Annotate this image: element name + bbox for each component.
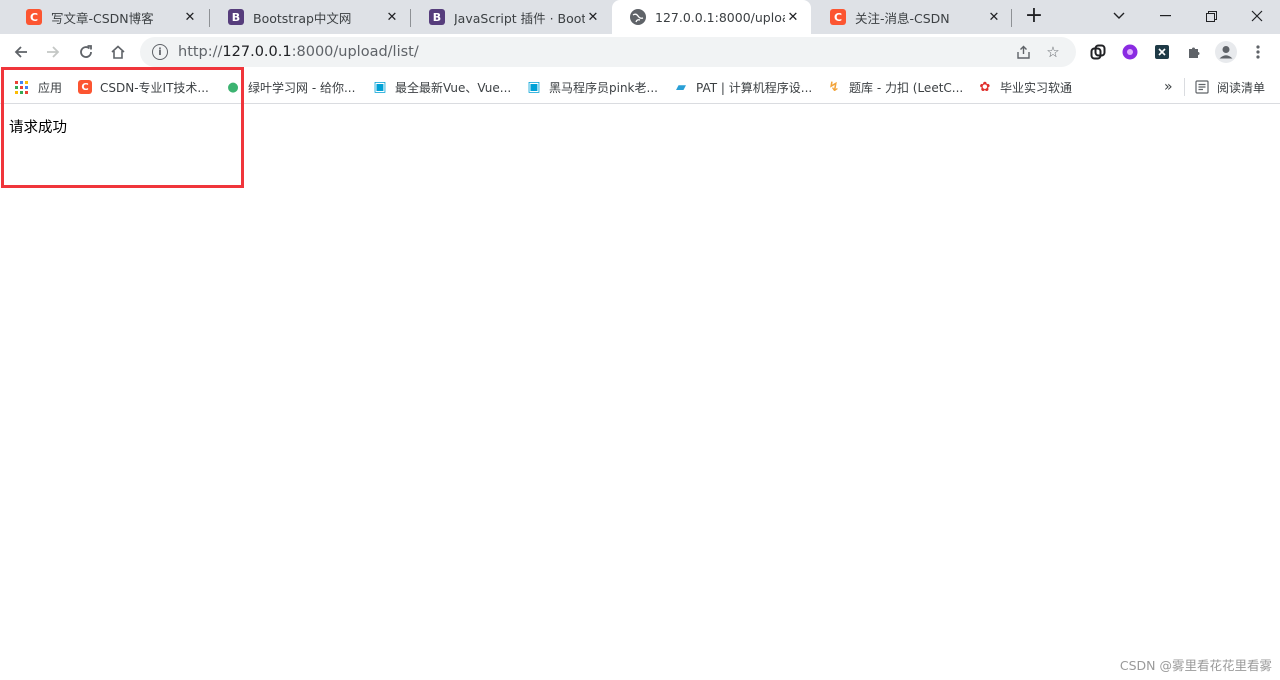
tab-title: JavaScript 插件 · Bootst (454, 10, 585, 26)
close-icon[interactable]: ✕ (182, 9, 198, 25)
bootstrap-favicon-icon: B (228, 9, 244, 25)
tab-title: 写文章-CSDN博客 (51, 10, 154, 26)
bookmark-leetcode[interactable]: ↯ 题库 - 力扣 (LeetC... (827, 77, 964, 97)
tab-csdn-write[interactable]: C 写文章-CSDN博客 ✕ (8, 0, 208, 34)
bookmark-lvye[interactable]: ● 绿叶学习网 - 给你... (226, 77, 355, 97)
url-text[interactable]: http://127.0.0.1:8000/upload/list/ (178, 44, 1004, 60)
bookmark-label: 黑马程序员pink老... (549, 80, 658, 95)
close-icon[interactable]: ✕ (384, 9, 400, 25)
url-path: :8000/upload/list/ (291, 44, 419, 60)
menu-kebab-icon[interactable] (1247, 41, 1269, 63)
highlight-annotation-box (1, 67, 244, 188)
csdn-favicon-icon: C (26, 9, 42, 25)
close-icon[interactable]: ✕ (585, 9, 601, 25)
url-host: 127.0.0.1 (222, 44, 292, 60)
tab-upload-list[interactable]: 127.0.0.1:8000/upload/l ✕ (612, 0, 811, 34)
tab-title: 127.0.0.1:8000/upload/l (655, 9, 785, 25)
bookmark-label: 题库 - 力扣 (LeetC... (849, 80, 964, 95)
csdn-favicon-icon: C (830, 9, 846, 25)
bootstrap-favicon-icon: B (429, 9, 445, 25)
minimize-button[interactable] (1142, 0, 1188, 32)
reading-list-icon (1195, 80, 1209, 94)
close-window-button[interactable] (1234, 0, 1280, 32)
bookmark-label: PAT | 计算机程序设... (696, 80, 813, 95)
bookmark-label: 绿叶学习网 - 给你... (248, 80, 356, 95)
extension-copy-icon[interactable] (1087, 41, 1109, 63)
bookmark-label: 最全最新Vue、Vue... (395, 80, 512, 95)
bookmark-pink[interactable]: ▣ 黑马程序员pink老... (527, 77, 658, 97)
bookmarks-overflow-button[interactable]: » (1164, 77, 1173, 97)
tab-title: 关注-消息-CSDN (855, 10, 950, 26)
extension-purple-icon[interactable] (1119, 41, 1141, 63)
bookmarks-separator (1184, 78, 1185, 96)
home-button[interactable] (105, 39, 131, 65)
address-bar[interactable]: i http://127.0.0.1:8000/upload/list/ ☆ (140, 37, 1076, 67)
url-scheme: http:// (178, 44, 223, 60)
watermark: CSDN @雾里看花花里看雾 (1119, 658, 1272, 673)
site-info-icon[interactable]: i (152, 44, 168, 60)
bilibili-favicon-icon: ▣ (527, 79, 541, 95)
extensions-puzzle-icon[interactable] (1183, 41, 1205, 63)
bookmark-star-icon[interactable]: ☆ (1042, 41, 1064, 63)
close-icon[interactable]: ✕ (785, 9, 801, 25)
bookmark-label: 毕业实习软通 (1000, 80, 1073, 95)
tab-title: Bootstrap中文网 (253, 10, 352, 26)
bookmark-pat[interactable]: ▰ PAT | 计算机程序设... (674, 77, 812, 97)
bookmark-vue[interactable]: ▣ 最全最新Vue、Vue... (373, 77, 511, 97)
tab-strip: C 写文章-CSDN博客 ✕ B Bootstrap中文网 ✕ B JavaSc… (0, 0, 1280, 34)
extension-x-icon[interactable] (1151, 41, 1173, 63)
pat-favicon-icon: ▰ (676, 79, 686, 95)
reload-button[interactable] (73, 39, 99, 65)
browser-toolbar: i http://127.0.0.1:8000/upload/list/ ☆ (0, 34, 1280, 70)
page-content: 请求成功 CSDN @雾里看花花里看雾 (0, 105, 1280, 680)
share-icon[interactable] (1012, 41, 1034, 63)
bilibili-favicon-icon: ▣ (373, 79, 387, 95)
bookmark-internship[interactable]: ✿ 毕业实习软通 (978, 77, 1072, 97)
tab-search-chevron-down-icon[interactable] (1096, 0, 1142, 32)
tab-separator (1011, 9, 1012, 27)
tab-js-plugins[interactable]: B JavaScript 插件 · Bootst ✕ (411, 0, 611, 34)
profile-avatar-icon[interactable] (1215, 41, 1237, 63)
tab-csdn-follow[interactable]: C 关注-消息-CSDN ✕ (812, 0, 1012, 34)
back-button[interactable] (8, 39, 34, 65)
tab-bootstrap[interactable]: B Bootstrap中文网 ✕ (210, 0, 410, 34)
leetcode-favicon-icon: ↯ (828, 79, 840, 95)
forward-button[interactable] (40, 39, 66, 65)
flower-favicon-icon: ✿ (979, 79, 991, 95)
globe-icon (630, 9, 646, 25)
new-tab-button[interactable]: + (1022, 5, 1046, 29)
reading-list-label: 阅读清单 (1217, 80, 1266, 95)
close-icon[interactable]: ✕ (986, 9, 1002, 25)
reading-list-button[interactable]: 阅读清单 (1195, 77, 1265, 97)
restore-button[interactable] (1188, 0, 1234, 32)
